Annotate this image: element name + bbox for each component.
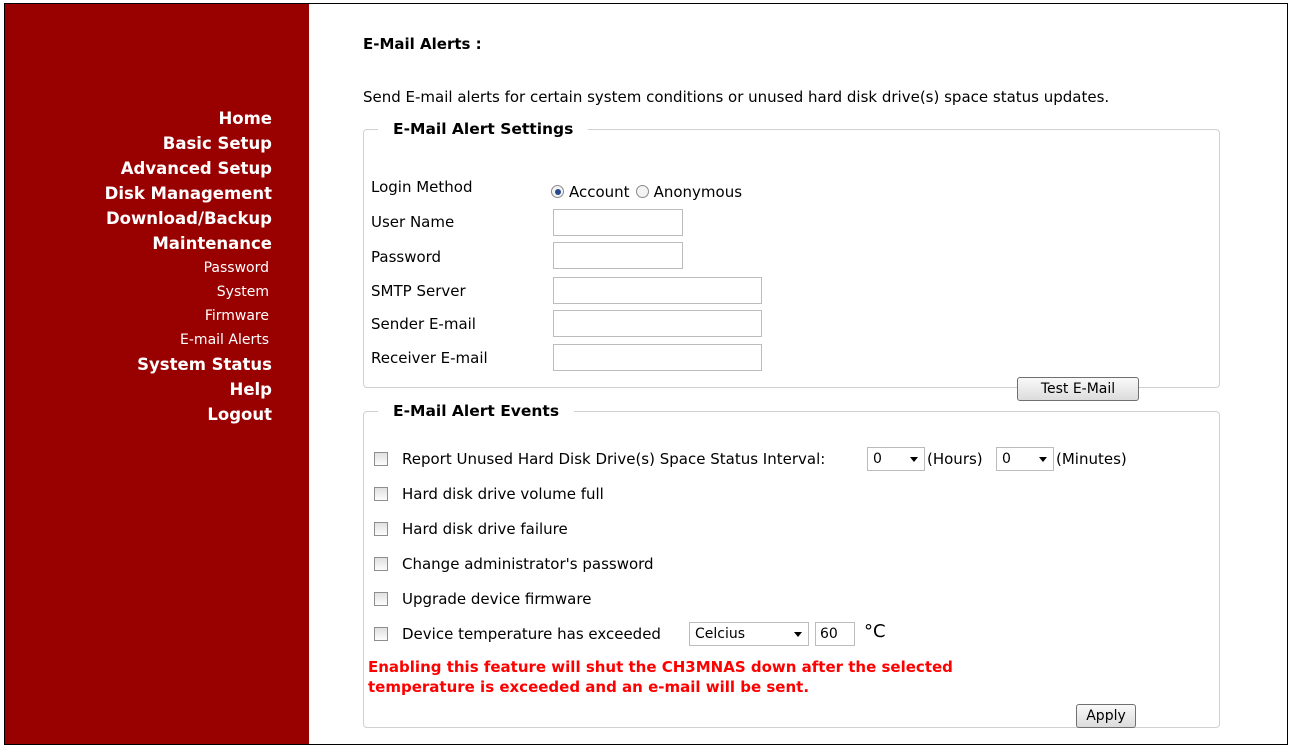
main-content: E-Mail Alerts : Send E-mail alerts for c… — [309, 4, 1287, 744]
nav-help[interactable]: Help — [5, 377, 272, 402]
page-description: Send E-mail alerts for certain system co… — [363, 88, 1110, 106]
login-account-label[interactable]: Account — [569, 183, 630, 201]
password-label: Password — [371, 248, 442, 266]
volume-full-checkbox[interactable] — [374, 487, 388, 501]
receiver-email-input[interactable] — [553, 344, 762, 371]
disk-failure-label: Hard disk drive failure — [402, 520, 568, 538]
sidebar: Home Basic Setup Advanced Setup Disk Man… — [5, 4, 309, 744]
page-title: E-Mail Alerts : — [363, 35, 482, 53]
password-input[interactable] — [553, 242, 683, 269]
nav-system-status[interactable]: System Status — [5, 352, 272, 377]
nav-logout[interactable]: Logout — [5, 402, 272, 427]
nav-download-backup[interactable]: Download/Backup — [5, 206, 272, 231]
temperature-unit-select[interactable]: Celcius — [689, 622, 809, 646]
hours-unit-label: (Hours) — [927, 450, 983, 468]
temperature-unit-value: Celcius — [695, 626, 746, 642]
login-method-label: Login Method — [371, 178, 473, 196]
nav-advanced-setup[interactable]: Advanced Setup — [5, 156, 272, 181]
temperature-label: Device temperature has exceeded — [402, 625, 661, 643]
receiver-email-label: Receiver E-mail — [371, 349, 488, 367]
temperature-value-input[interactable] — [815, 622, 855, 646]
admin-password-label: Change administrator's password — [402, 555, 654, 573]
nav-disk-management[interactable]: Disk Management — [5, 181, 272, 206]
settings-legend: E-Mail Alert Settings — [393, 120, 574, 138]
login-method-radio-group: Account Anonymous — [551, 183, 748, 201]
smtp-server-input[interactable] — [553, 277, 762, 304]
nav-basic-setup[interactable]: Basic Setup — [5, 131, 272, 156]
page-frame: Home Basic Setup Advanced Setup Disk Man… — [4, 3, 1288, 745]
sender-email-label: Sender E-mail — [371, 315, 476, 333]
email-alert-settings-panel: E-Mail Alert Settings Login Method Accou… — [363, 120, 1220, 401]
disk-failure-checkbox[interactable] — [374, 522, 388, 536]
upgrade-firmware-checkbox[interactable] — [374, 592, 388, 606]
chevron-down-icon — [910, 457, 918, 462]
temperature-symbol: °C — [864, 621, 886, 642]
volume-full-label: Hard disk drive volume full — [402, 485, 604, 503]
chevron-down-icon — [794, 632, 802, 637]
minutes-select[interactable]: 0 — [996, 447, 1054, 471]
nav-home[interactable]: Home — [5, 106, 272, 131]
report-interval-checkbox[interactable] — [374, 452, 388, 466]
user-name-input[interactable] — [553, 209, 683, 236]
nav-sub-firmware[interactable]: Firmware — [5, 304, 272, 328]
user-name-label: User Name — [371, 213, 455, 231]
nav-sub-email-alerts[interactable]: E-mail Alerts — [5, 328, 272, 352]
nav-maintenance[interactable]: Maintenance — [5, 231, 272, 256]
sender-email-input[interactable] — [553, 310, 762, 337]
apply-button[interactable]: Apply — [1076, 704, 1136, 728]
temperature-warning: Enabling this feature will shut the CH3M… — [368, 658, 953, 696]
report-interval-label: Report Unused Hard Disk Drive(s) Space S… — [402, 450, 826, 468]
minutes-value: 0 — [1002, 451, 1011, 467]
upgrade-firmware-label: Upgrade device firmware — [402, 590, 592, 608]
admin-password-checkbox[interactable] — [374, 557, 388, 571]
nav-sub-system[interactable]: System — [5, 280, 272, 304]
temperature-checkbox[interactable] — [374, 627, 388, 641]
login-account-radio[interactable] — [551, 185, 564, 198]
minutes-unit-label: (Minutes) — [1056, 450, 1127, 468]
chevron-down-icon — [1039, 457, 1047, 462]
login-anonymous-radio[interactable] — [635, 185, 649, 198]
hours-value: 0 — [873, 451, 882, 467]
test-email-button[interactable]: Test E-Mail — [1017, 377, 1139, 401]
smtp-server-label: SMTP Server — [371, 282, 466, 300]
events-legend: E-Mail Alert Events — [393, 402, 560, 420]
login-anonymous-label[interactable]: Anonymous — [654, 183, 742, 201]
hours-select[interactable]: 0 — [867, 447, 925, 471]
email-alert-events-panel: E-Mail Alert Events Report Unused Hard D… — [363, 402, 1220, 728]
nav-sub-password[interactable]: Password — [5, 256, 272, 280]
